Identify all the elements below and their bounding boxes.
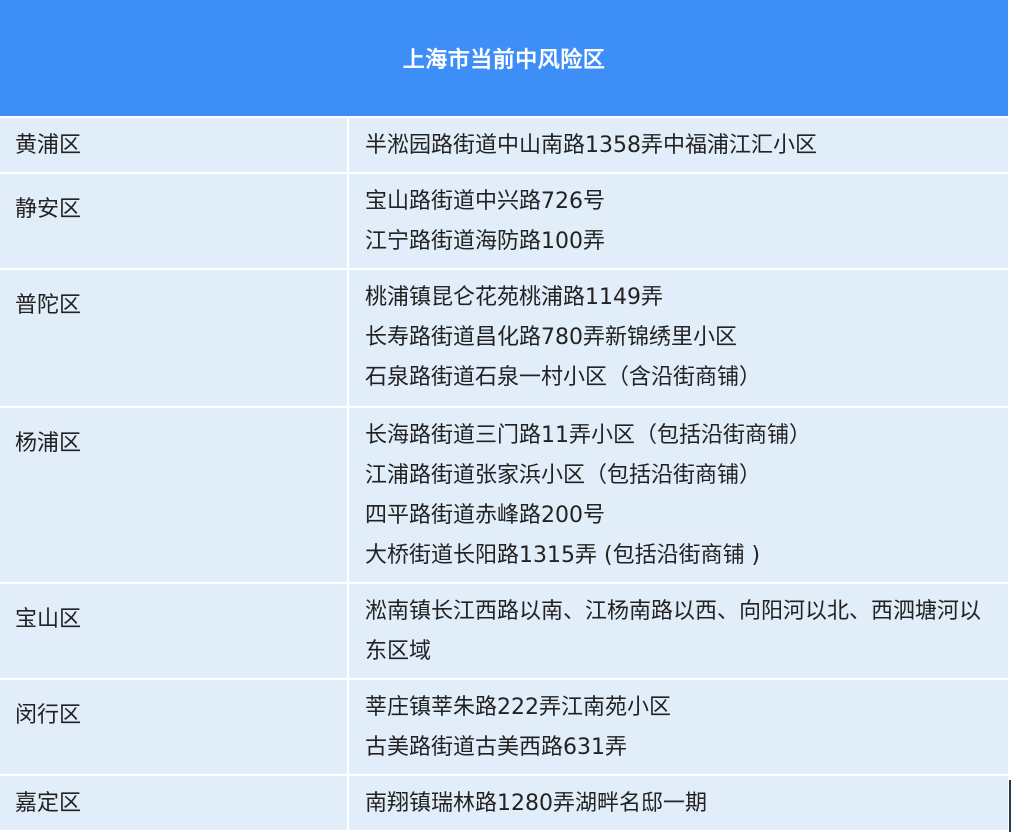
district-cell: 嘉定区 [0,776,349,830]
table-row: 宝山区 淞南镇长江西路以南、江杨南路以西、向阳河以北、西泗塘河以东区域 [0,584,1008,680]
district-name: 宝山区 [15,607,82,632]
address-cell: 长海路街道三门路11弄小区（包括沿街商铺） 江浦路街道张家浜小区（包括沿街商铺）… [349,408,1008,582]
risk-area-table: 黄浦区 半淞园路街道中山南路1358弄中福浦江汇小区 静安区 宝山路街道中兴路7… [0,118,1008,832]
table-row: 嘉定区 南翔镇瑞林路1280弄湖畔名邸一期 [0,776,1008,832]
address-line: 江宁路街道海防路100弄 [365,229,605,254]
address-cell: 宝山路街道中兴路726号 江宁路街道海防路100弄 [349,174,1008,268]
table-row: 黄浦区 半淞园路街道中山南路1358弄中福浦江汇小区 [0,118,1008,174]
address-line: 四平路街道赤峰路200号 [365,503,605,528]
address-cell: 桃浦镇昆仑花苑桃浦路1149弄 长寿路街道昌化路780弄新锦绣里小区 石泉路街道… [349,270,1008,406]
table-row: 静安区 宝山路街道中兴路726号 江宁路街道海防路100弄 [0,174,1008,270]
page: 上海市当前中风险区 黄浦区 半淞园路街道中山南路1358弄中福浦江汇小区 静安区… [0,0,1011,832]
district-cell: 普陀区 [0,270,349,406]
address-line: 莘庄镇莘朱路222弄江南苑小区 [365,695,671,720]
table-row: 杨浦区 长海路街道三门路11弄小区（包括沿街商铺） 江浦路街道张家浜小区（包括沿… [0,408,1008,584]
table-title: 上海市当前中风险区 [402,48,606,73]
address-line: 半淞园路街道中山南路1358弄中福浦江汇小区 [365,133,817,158]
address-line: 长寿路街道昌化路780弄新锦绣里小区 [365,325,737,350]
address-line: 淞南镇长江西路以南、江杨南路以西、向阳河以北、西泗塘河以东区域 [365,599,982,664]
address-line: 长海路街道三门路11弄小区（包括沿街商铺） [365,423,811,448]
district-cell: 宝山区 [0,584,349,678]
district-name: 嘉定区 [15,791,82,816]
district-name: 杨浦区 [15,431,82,456]
district-cell: 静安区 [0,174,349,268]
table-row: 普陀区 桃浦镇昆仑花苑桃浦路1149弄 长寿路街道昌化路780弄新锦绣里小区 石… [0,270,1008,408]
district-name: 黄浦区 [15,133,82,158]
address-line: 南翔镇瑞林路1280弄湖畔名邸一期 [365,791,707,816]
district-name: 普陀区 [15,293,82,318]
district-cell: 闵行区 [0,680,349,774]
address-line: 石泉路街道石泉一村小区（含沿街商铺） [365,365,762,390]
district-cell: 杨浦区 [0,408,349,582]
address-cell: 半淞园路街道中山南路1358弄中福浦江汇小区 [349,118,1008,172]
address-line: 江浦路街道张家浜小区（包括沿街商铺） [365,463,762,488]
address-line: 古美路街道古美西路631弄 [365,735,627,760]
address-line: 桃浦镇昆仑花苑桃浦路1149弄 [365,285,663,310]
address-cell: 南翔镇瑞林路1280弄湖畔名邸一期 [349,776,1008,830]
address-line: 宝山路街道中兴路726号 [365,189,605,214]
district-cell: 黄浦区 [0,118,349,172]
district-name: 闵行区 [15,703,82,728]
district-name: 静安区 [15,197,82,222]
address-cell: 淞南镇长江西路以南、江杨南路以西、向阳河以北、西泗塘河以东区域 [349,584,1008,678]
table-header: 上海市当前中风险区 [0,0,1008,116]
address-cell: 莘庄镇莘朱路222弄江南苑小区 古美路街道古美西路631弄 [349,680,1008,774]
address-line: 大桥街道长阳路1315弄 (包括沿街商铺 ) [365,543,761,568]
table-row: 闵行区 莘庄镇莘朱路222弄江南苑小区 古美路街道古美西路631弄 [0,680,1008,776]
